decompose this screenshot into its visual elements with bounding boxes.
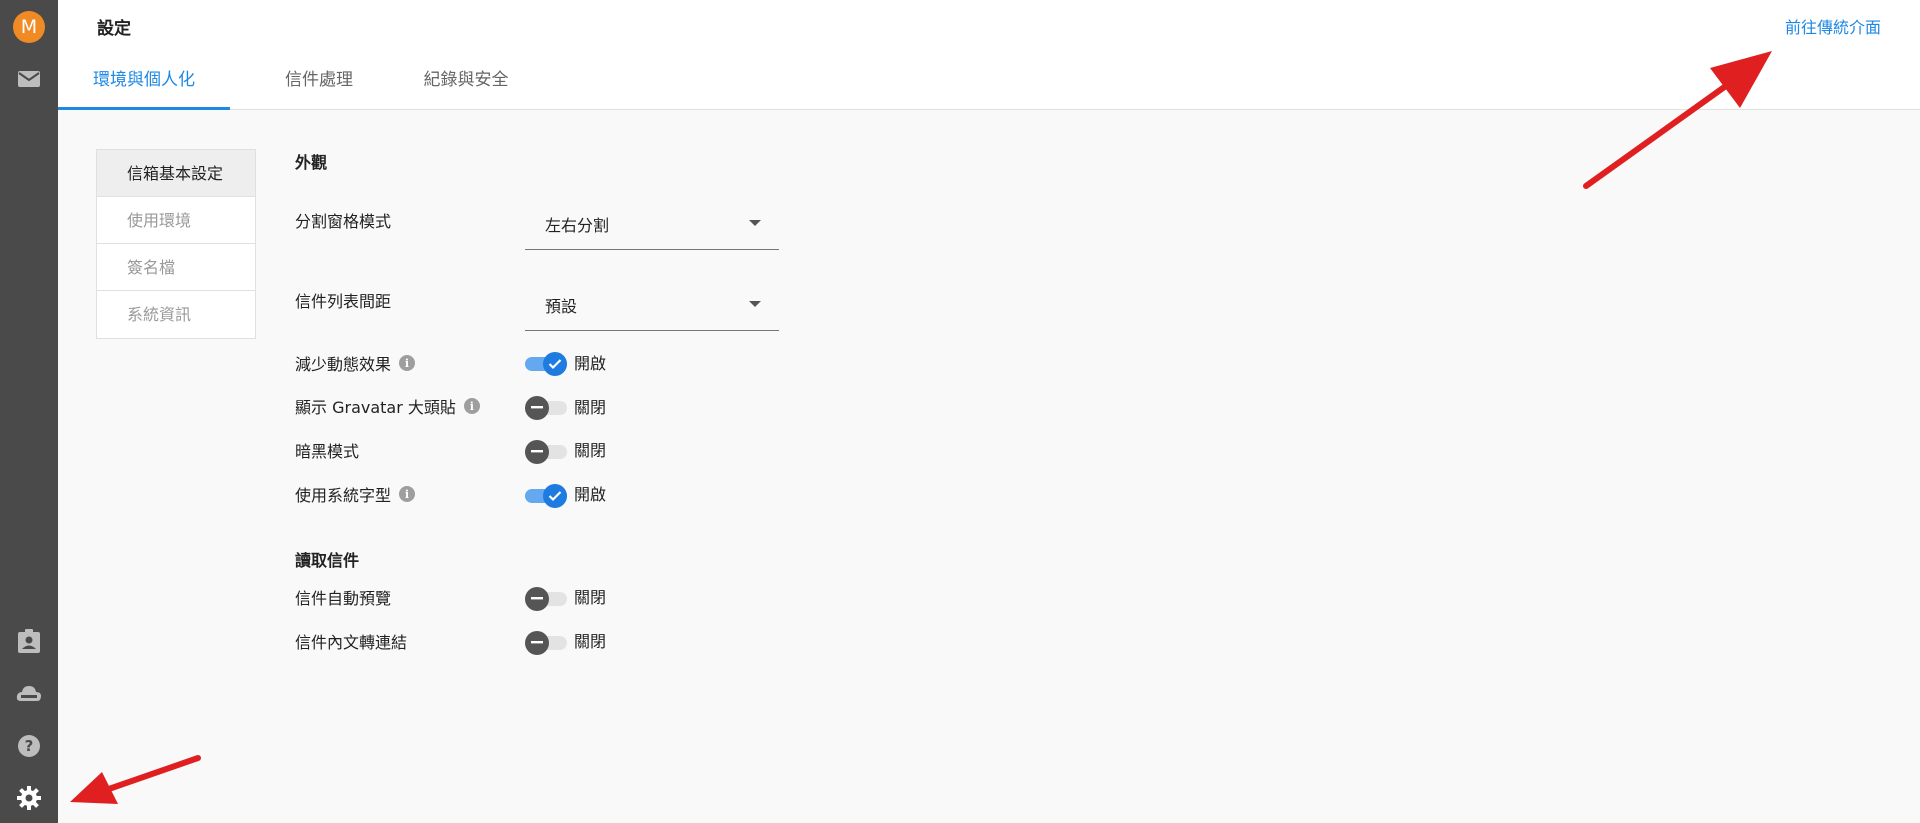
reduce-motion-label: 減少動態效果 i <box>295 351 416 375</box>
info-icon[interactable]: i <box>399 355 416 371</box>
auto-preview-state: 關閉 <box>574 588 607 607</box>
link-convert-state: 關閉 <box>574 632 607 651</box>
legacy-interface-link[interactable]: 前往傳統介面 <box>1785 14 1881 38</box>
gravatar-state: 關閉 <box>574 398 607 417</box>
left-rail: M ? <box>0 0 58 823</box>
system-font-toggle[interactable] <box>525 483 569 508</box>
chevron-down-icon <box>749 220 761 226</box>
split-mode-value: 左右分割 <box>545 216 610 235</box>
split-mode-select[interactable]: 左右分割 <box>525 198 779 250</box>
chevron-down-icon <box>749 301 761 307</box>
system-font-label: 使用系統字型 i <box>295 482 416 506</box>
tab-bar: 環境與個人化 信件處理 紀錄與安全 <box>58 58 524 110</box>
subnav-item-signature[interactable]: 簽名檔 <box>97 244 255 291</box>
svg-text:?: ? <box>25 737 34 755</box>
gravatar-label: 顯示 Gravatar 大頭貼 i <box>295 394 480 418</box>
tab-log-security[interactable]: 紀錄與安全 <box>408 58 524 110</box>
minus-icon <box>531 450 543 453</box>
list-spacing-select[interactable]: 預設 <box>525 279 779 331</box>
check-icon <box>548 491 562 502</box>
mail-icon[interactable] <box>14 64 44 94</box>
tab-environment[interactable]: 環境與個人化 <box>58 58 230 110</box>
page-title: 設定 <box>97 19 131 39</box>
list-spacing-value: 預設 <box>545 297 578 316</box>
minus-icon <box>531 406 543 409</box>
info-icon[interactable]: i <box>399 486 416 502</box>
help-icon[interactable]: ? <box>14 731 44 761</box>
cloud-drive-icon[interactable] <box>14 678 44 708</box>
dark-mode-state: 關閉 <box>574 441 607 460</box>
gear-icon[interactable] <box>14 783 44 813</box>
annotation-arrow-top-right <box>1583 51 1772 189</box>
link-convert-label: 信件內文轉連結 <box>295 633 408 652</box>
system-font-state: 開啟 <box>574 485 607 504</box>
info-icon[interactable]: i <box>463 398 480 414</box>
appearance-section-title: 外觀 <box>295 153 328 172</box>
contacts-icon[interactable] <box>14 626 44 656</box>
subnav-item-system-info[interactable]: 系統資訊 <box>97 291 255 338</box>
subnav-item-environment[interactable]: 使用環境 <box>97 197 255 244</box>
reduce-motion-state: 開啟 <box>574 354 607 373</box>
annotation-arrow-bottom-left <box>70 755 201 804</box>
dark-mode-label: 暗黑模式 <box>295 442 360 461</box>
auto-preview-toggle[interactable] <box>525 586 569 611</box>
auto-preview-label: 信件自動預覽 <box>295 589 392 608</box>
reading-section-title: 讀取信件 <box>295 551 360 570</box>
split-mode-label: 分割窗格模式 <box>295 212 392 231</box>
dark-mode-toggle[interactable] <box>525 439 569 464</box>
list-spacing-label: 信件列表間距 <box>295 292 392 311</box>
settings-subnav: 信箱基本設定 使用環境 簽名檔 系統資訊 <box>96 149 256 339</box>
gravatar-toggle[interactable] <box>525 395 569 420</box>
minus-icon <box>531 597 543 600</box>
check-icon <box>548 359 562 370</box>
subnav-item-basic[interactable]: 信箱基本設定 <box>97 150 255 197</box>
reduce-motion-toggle[interactable] <box>525 351 569 376</box>
avatar[interactable]: M <box>13 11 45 43</box>
tab-mail-handling[interactable]: 信件處理 <box>230 58 408 110</box>
link-convert-toggle[interactable] <box>525 630 569 655</box>
minus-icon <box>531 641 543 644</box>
